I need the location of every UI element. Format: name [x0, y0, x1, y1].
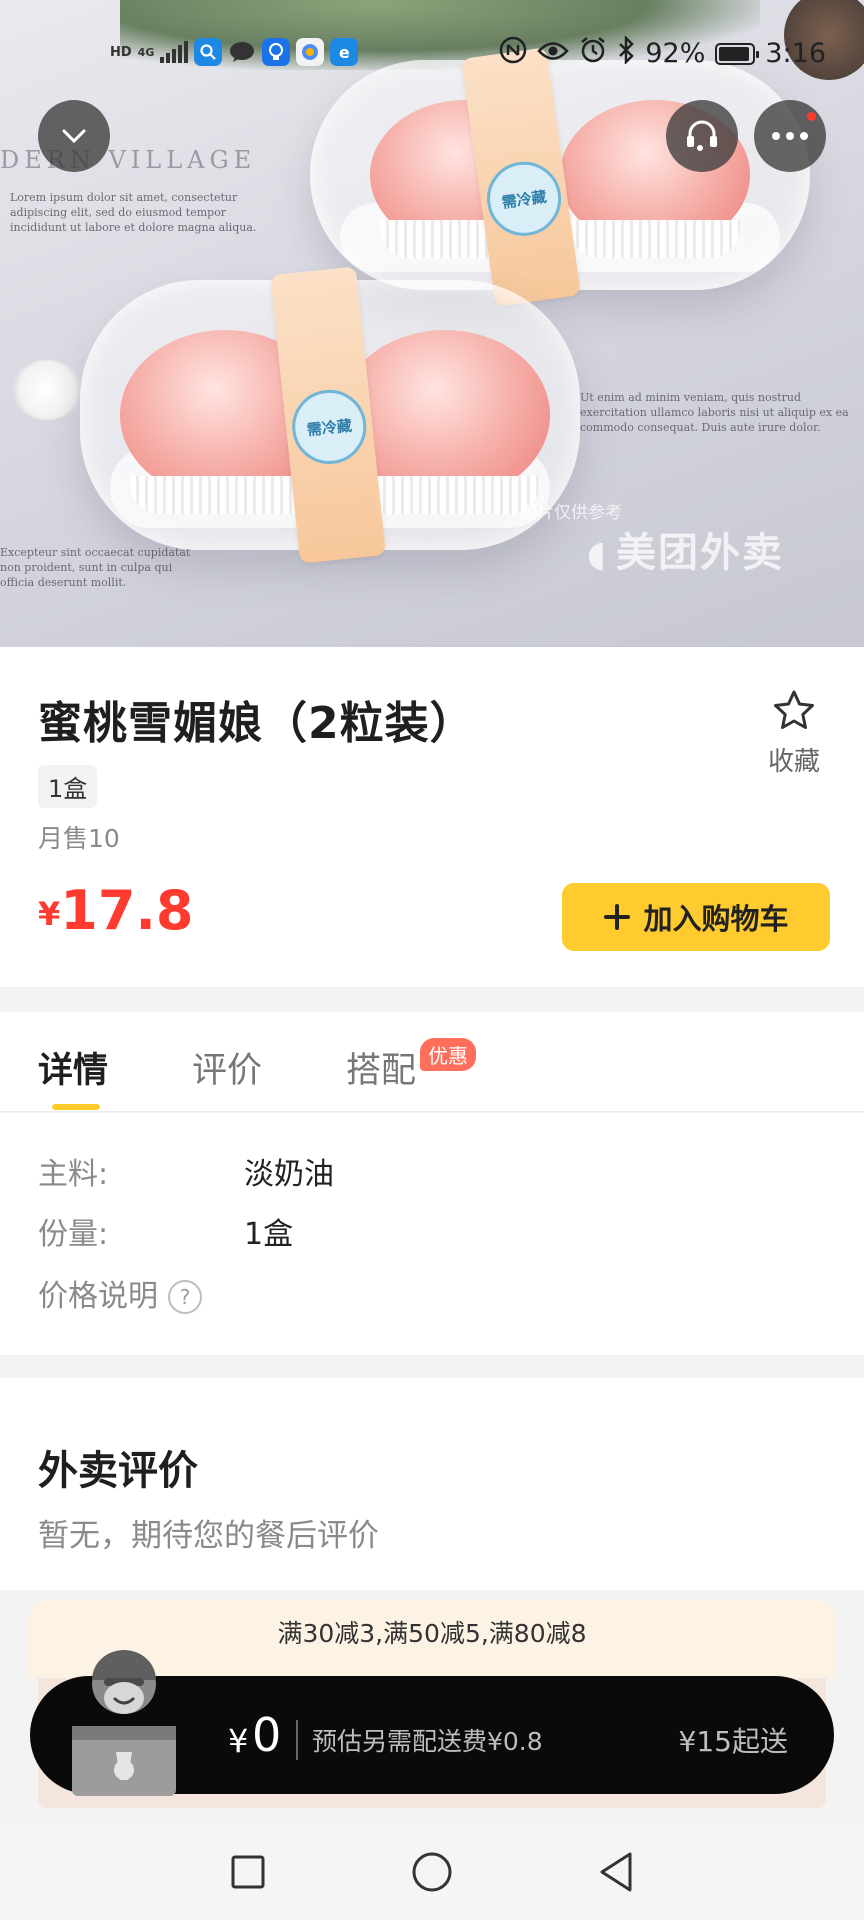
signal-icon: [160, 41, 189, 63]
more-icon: [772, 132, 808, 140]
favorite-label: 收藏: [767, 747, 820, 777]
triangle-back-icon: [600, 1852, 632, 1892]
cart-total: 0: [252, 1708, 282, 1762]
details-section: 主料: 淡奶油 份量: 1盒 价格说明?: [0, 1113, 864, 1355]
product-title: 蜜桃雪媚娘（2粒装）: [38, 698, 475, 749]
search-app-icon: [194, 38, 223, 66]
plus-icon: [604, 904, 631, 930]
courier-mascot-icon: [72, 1650, 176, 1796]
reviews-empty-text: 暂无，期待您的餐后评价: [38, 1518, 379, 1554]
status-left: HD 4G e: [110, 38, 359, 66]
hd-indicator: HD: [110, 44, 132, 60]
customer-service-icon: [687, 120, 717, 151]
recents-button[interactable]: [216, 1840, 280, 1904]
detail-key: 主料:: [38, 1157, 109, 1192]
product-info: 蜜桃雪媚娘（2粒装） 收藏 1盒 月售10 ¥17.8 加入购物车: [0, 647, 864, 987]
status-right: 92% 3:16: [499, 34, 826, 71]
price: ¥17.8: [38, 879, 194, 942]
monthly-sales: 月售10: [38, 824, 120, 853]
reviews-title: 外卖评价: [38, 1448, 198, 1494]
tab-combo[interactable]: 搭配: [346, 1042, 416, 1093]
seal-text: 需冷藏: [288, 386, 370, 468]
spec-chip: 1盒: [38, 765, 98, 808]
detail-value: 1盒: [244, 1217, 294, 1252]
eye-icon: [537, 38, 570, 69]
mochi-box: 需冷藏: [80, 266, 580, 564]
more-button[interactable]: [754, 100, 826, 172]
system-nav-bar: [0, 1824, 864, 1920]
status-bar: HD 4G e 92% 3:16: [0, 0, 864, 106]
active-tab-indicator: [52, 1104, 100, 1110]
minimum-order: ¥15起送: [678, 1725, 788, 1758]
battery-icon: [715, 42, 760, 65]
star-icon: [774, 690, 814, 729]
add-to-cart-label: 加入购物车: [643, 904, 789, 936]
price-note[interactable]: 价格说明?: [38, 1271, 202, 1315]
network-indicator: 4G: [137, 45, 155, 59]
circle-icon: [412, 1852, 452, 1892]
cart-divider: [296, 1720, 298, 1760]
app-root: DERN VILLAGE Lorem ipsum dolor sit amet,…: [0, 0, 864, 1920]
backdrop-text: DERN VILLAGE: [0, 146, 257, 174]
paper-texture: Lorem ipsum dolor sit amet, consectetur …: [10, 191, 257, 234]
paper-texture: Excepteur sint occaecat cupidatat non pr…: [0, 546, 191, 589]
reviews-section: 外卖评价 暂无，期待您的餐后评价: [0, 1378, 864, 1590]
help-icon[interactable]: ?: [168, 1280, 202, 1314]
detail-key: 份量:: [38, 1217, 109, 1252]
chat-app-icon: [228, 38, 256, 66]
bulb-app-icon: [262, 38, 291, 66]
tab-details[interactable]: 详情: [38, 1042, 108, 1093]
discount-badge: 优惠: [420, 1038, 476, 1071]
nfc-icon: [499, 36, 527, 71]
alarm-icon: [579, 36, 607, 71]
battery-percent: 92%: [645, 38, 706, 69]
watermark: ◖ 美团外卖: [587, 520, 784, 578]
home-button[interactable]: [400, 1840, 464, 1904]
square-icon: [231, 1855, 265, 1889]
bluetooth-icon: [617, 34, 635, 71]
delivery-fee: 预估另需配送费¥0.8: [312, 1727, 543, 1756]
cotton-decoration: [12, 360, 82, 420]
clock: 3:16: [765, 38, 826, 69]
cart-currency: ¥: [228, 1722, 249, 1760]
favorite-button[interactable]: 收藏: [762, 689, 826, 778]
add-to-cart-button[interactable]: 加入购物车: [562, 883, 830, 951]
collapse-button[interactable]: [38, 100, 110, 172]
back-button[interactable]: [584, 1840, 648, 1904]
watermark-text: 美团外卖: [616, 530, 784, 576]
seal-text: 需冷藏: [482, 156, 566, 241]
price-note-label: 价格说明: [38, 1279, 158, 1314]
tab-reviews[interactable]: 评价: [192, 1042, 262, 1093]
customer-service-button[interactable]: [666, 100, 738, 172]
notification-dot: [807, 112, 816, 121]
watermark-logo-icon: ◖: [587, 534, 608, 575]
browser-app-icon: [296, 38, 325, 66]
paper-texture: Ut enim ad minim veniam, quis nostrud ex…: [580, 391, 849, 434]
currency-symbol: ¥: [38, 895, 61, 933]
edge-app-icon: e: [330, 38, 359, 66]
detail-value: 淡奶油: [244, 1157, 334, 1192]
price-value: 17.8: [60, 879, 194, 942]
chevron-down-icon: [62, 129, 86, 144]
